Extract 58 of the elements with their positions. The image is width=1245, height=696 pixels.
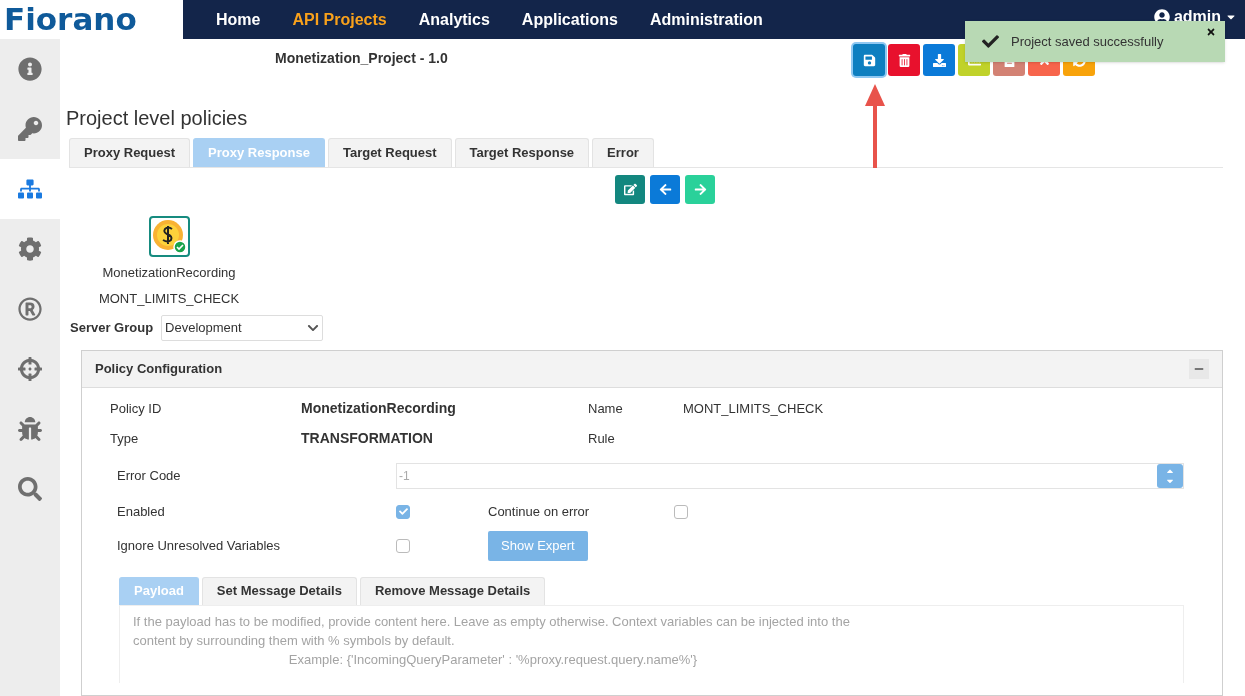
key-icon: [18, 117, 42, 141]
dollar-coin-icon: [148, 216, 190, 257]
field-label: Rule: [588, 429, 616, 448]
checkbox[interactable]: [396, 538, 410, 553]
tab[interactable]: Proxy Request: [69, 138, 191, 167]
bug-icon: [18, 417, 42, 441]
checkbox[interactable]: [674, 504, 688, 519]
info-icon: [18, 57, 42, 81]
nav-link[interactable]: Analytics: [402, 7, 506, 32]
policy-name-label: MONT_LIMITS_CHECK: [98, 289, 240, 308]
trash-icon: [897, 53, 911, 67]
toast-message: Project saved successfully: [1011, 32, 1164, 51]
arrow-right-icon: [693, 183, 707, 196]
settings-icon: [18, 237, 42, 261]
edit-button[interactable]: [615, 175, 645, 204]
nav-link[interactable]: Applications: [505, 7, 634, 32]
delete-button[interactable]: [888, 44, 920, 76]
field-value: MONT_LIMITS_CHECK: [683, 399, 825, 418]
tab[interactable]: Target Request: [327, 138, 452, 167]
edit-icon: [623, 183, 637, 196]
nav-link[interactable]: Administration: [633, 7, 779, 32]
arrow-left-icon: [658, 183, 672, 196]
field-value: MonetizationRecording: [301, 399, 457, 418]
save-button[interactable]: [853, 44, 885, 76]
field-value: TRANSFORMATION: [301, 429, 434, 448]
download-icon: [932, 53, 946, 67]
nav-link[interactable]: Home: [200, 7, 277, 32]
field-label: Error Code: [117, 467, 182, 486]
field-label: Continue on error: [488, 503, 591, 521]
sitemap-icon: [18, 177, 42, 201]
field-label: Name: [588, 399, 624, 418]
checkbox[interactable]: [396, 504, 410, 519]
field-label: Enabled: [117, 503, 166, 521]
project-title: Monetization_Project - 1.0: [275, 49, 448, 68]
sidebar-item[interactable]: [0, 159, 60, 219]
field-label: Type: [110, 429, 140, 448]
chevron-down-icon: [307, 322, 320, 334]
crosshair-icon: [18, 357, 42, 381]
policy-id-label: MonetizationRecording: [102, 264, 236, 282]
nav-link[interactable]: API Projects: [276, 7, 403, 32]
check-icon: [982, 33, 999, 50]
logo: Fiorano: [4, 4, 137, 35]
section-title: Project level policies: [66, 106, 249, 131]
registered-icon: [18, 297, 42, 321]
server-group-select[interactable]: Development: [161, 315, 324, 341]
server-group-label: Server Group: [70, 319, 154, 338]
field-label: Ignore Unresolved Variables: [117, 536, 282, 555]
tab[interactable]: Set Message Details: [201, 576, 357, 605]
tab[interactable]: Remove Message Details: [359, 576, 546, 605]
panel-title: Policy Configuration: [95, 360, 223, 379]
search-icon: [18, 477, 42, 501]
download-button[interactable]: [923, 44, 955, 76]
back-button[interactable]: [650, 175, 680, 204]
field-label: Policy ID: [110, 399, 163, 418]
save-icon: [862, 53, 876, 67]
tab[interactable]: Error: [592, 138, 654, 167]
tab[interactable]: Target Response: [454, 138, 590, 167]
collapse-button[interactable]: [1189, 359, 1209, 379]
